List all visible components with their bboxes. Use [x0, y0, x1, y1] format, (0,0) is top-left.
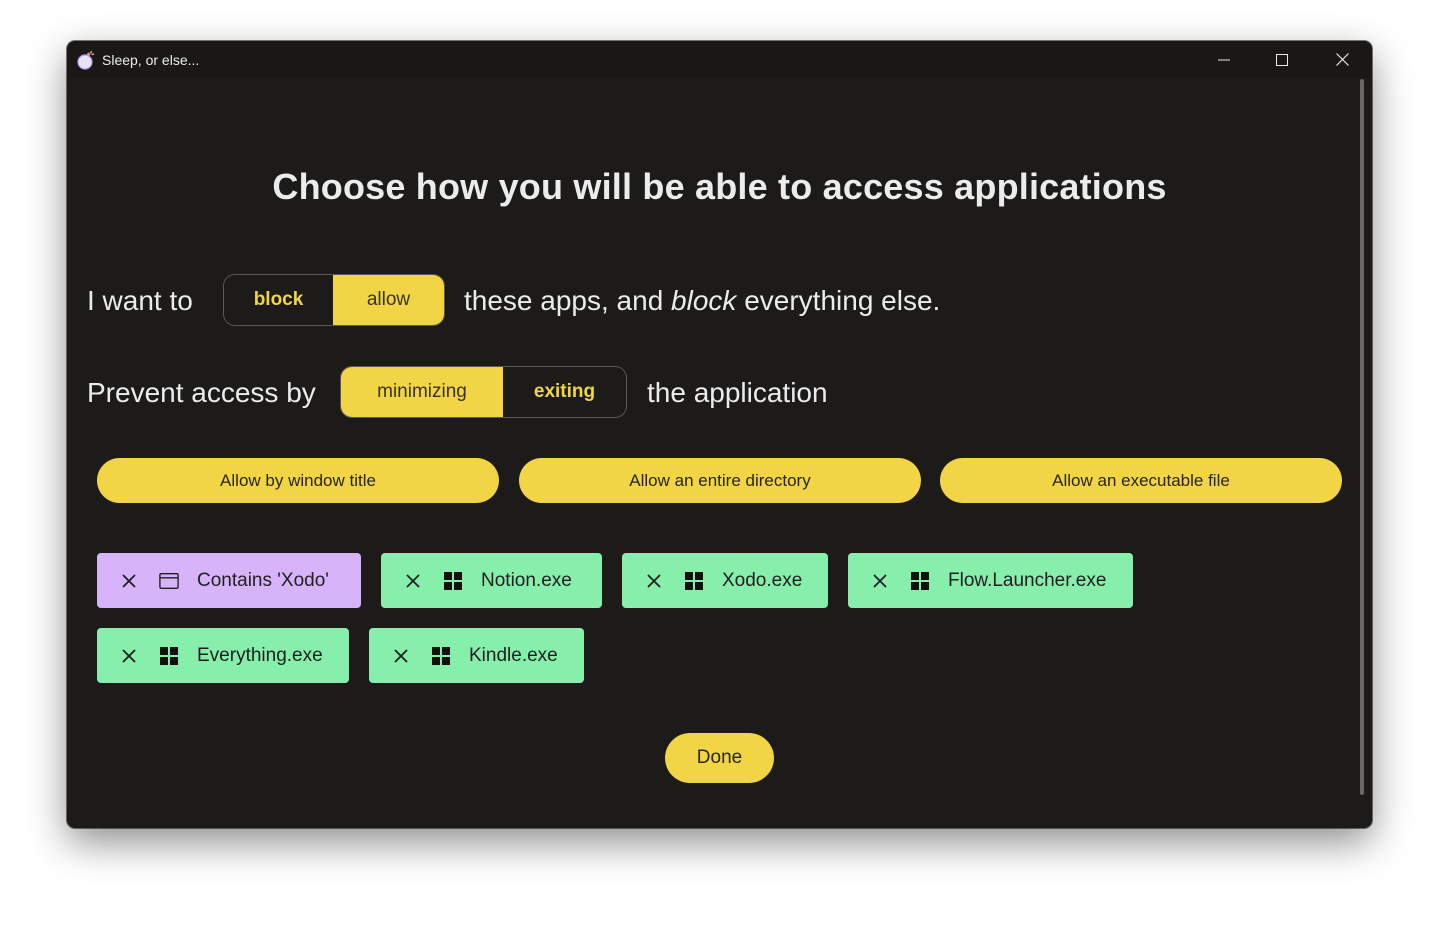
remove-icon[interactable] — [121, 648, 137, 664]
app-window: Sleep, or else... Choose how you will be… — [67, 41, 1372, 828]
mode-option-allow[interactable]: allow — [333, 275, 444, 325]
rule-chip: Everything.exe — [97, 628, 349, 683]
mode-suffix-emphasis: block — [671, 285, 737, 316]
rule-chip: Kindle.exe — [369, 628, 584, 683]
mode-toggle: block allow — [223, 274, 445, 326]
windows-logo-icon — [685, 571, 703, 590]
minimize-button[interactable] — [1195, 41, 1253, 78]
close-button[interactable] — [1313, 41, 1371, 78]
allow-executable-button[interactable]: Allow an executable file — [940, 458, 1342, 503]
method-prefix-label: Prevent access by — [87, 377, 316, 408]
windows-logo-icon — [911, 571, 929, 590]
window-title: Sleep, or else... — [102, 52, 200, 68]
maximize-button[interactable] — [1253, 41, 1311, 78]
allow-by-window-title-button[interactable]: Allow by window title — [97, 458, 499, 503]
allow-directory-button[interactable]: Allow an entire directory — [519, 458, 921, 503]
mode-suffix-label: these apps, and block everything else. — [464, 285, 940, 317]
window-icon — [159, 572, 179, 589]
remove-icon[interactable] — [872, 573, 888, 589]
title-bar[interactable]: Sleep, or else... — [67, 41, 1372, 78]
remove-icon[interactable] — [393, 648, 409, 664]
windows-logo-icon — [444, 571, 462, 590]
mode-option-block[interactable]: block — [224, 275, 333, 325]
rule-label: Xodo.exe — [722, 569, 803, 591]
mode-suffix-start: these apps, and — [464, 285, 672, 316]
rule-label: Contains 'Xodo' — [197, 569, 329, 591]
bomb-icon — [77, 50, 95, 70]
remove-icon[interactable] — [646, 573, 662, 589]
remove-icon[interactable] — [121, 573, 137, 589]
rule-label: Flow.Launcher.exe — [948, 569, 1107, 591]
windows-logo-icon — [432, 646, 450, 665]
remove-icon[interactable] — [405, 573, 421, 589]
page-title: Choose how you will be able to access ap… — [272, 166, 1167, 207]
close-icon — [1335, 53, 1349, 66]
method-option-minimizing[interactable]: minimizing — [341, 367, 503, 417]
windows-logo-icon — [160, 646, 178, 665]
mode-prefix-label: I want to — [87, 285, 193, 316]
method-toggle: minimizing exiting — [340, 366, 627, 418]
mode-suffix-end: everything else. — [736, 285, 941, 316]
maximize-icon — [1276, 53, 1288, 66]
rule-label: Notion.exe — [481, 569, 572, 591]
minimize-icon — [1218, 59, 1230, 60]
rule-label: Kindle.exe — [469, 644, 558, 666]
rule-chip: Notion.exe — [381, 553, 602, 608]
done-button[interactable]: Done — [665, 733, 774, 783]
rule-label: Everything.exe — [197, 644, 323, 666]
rule-chip: Flow.Launcher.exe — [848, 553, 1133, 608]
rule-chip: Xodo.exe — [622, 553, 828, 608]
rule-chip: Contains 'Xodo' — [97, 553, 361, 608]
method-suffix-label: the application — [647, 377, 828, 408]
method-option-exiting[interactable]: exiting — [503, 367, 626, 417]
